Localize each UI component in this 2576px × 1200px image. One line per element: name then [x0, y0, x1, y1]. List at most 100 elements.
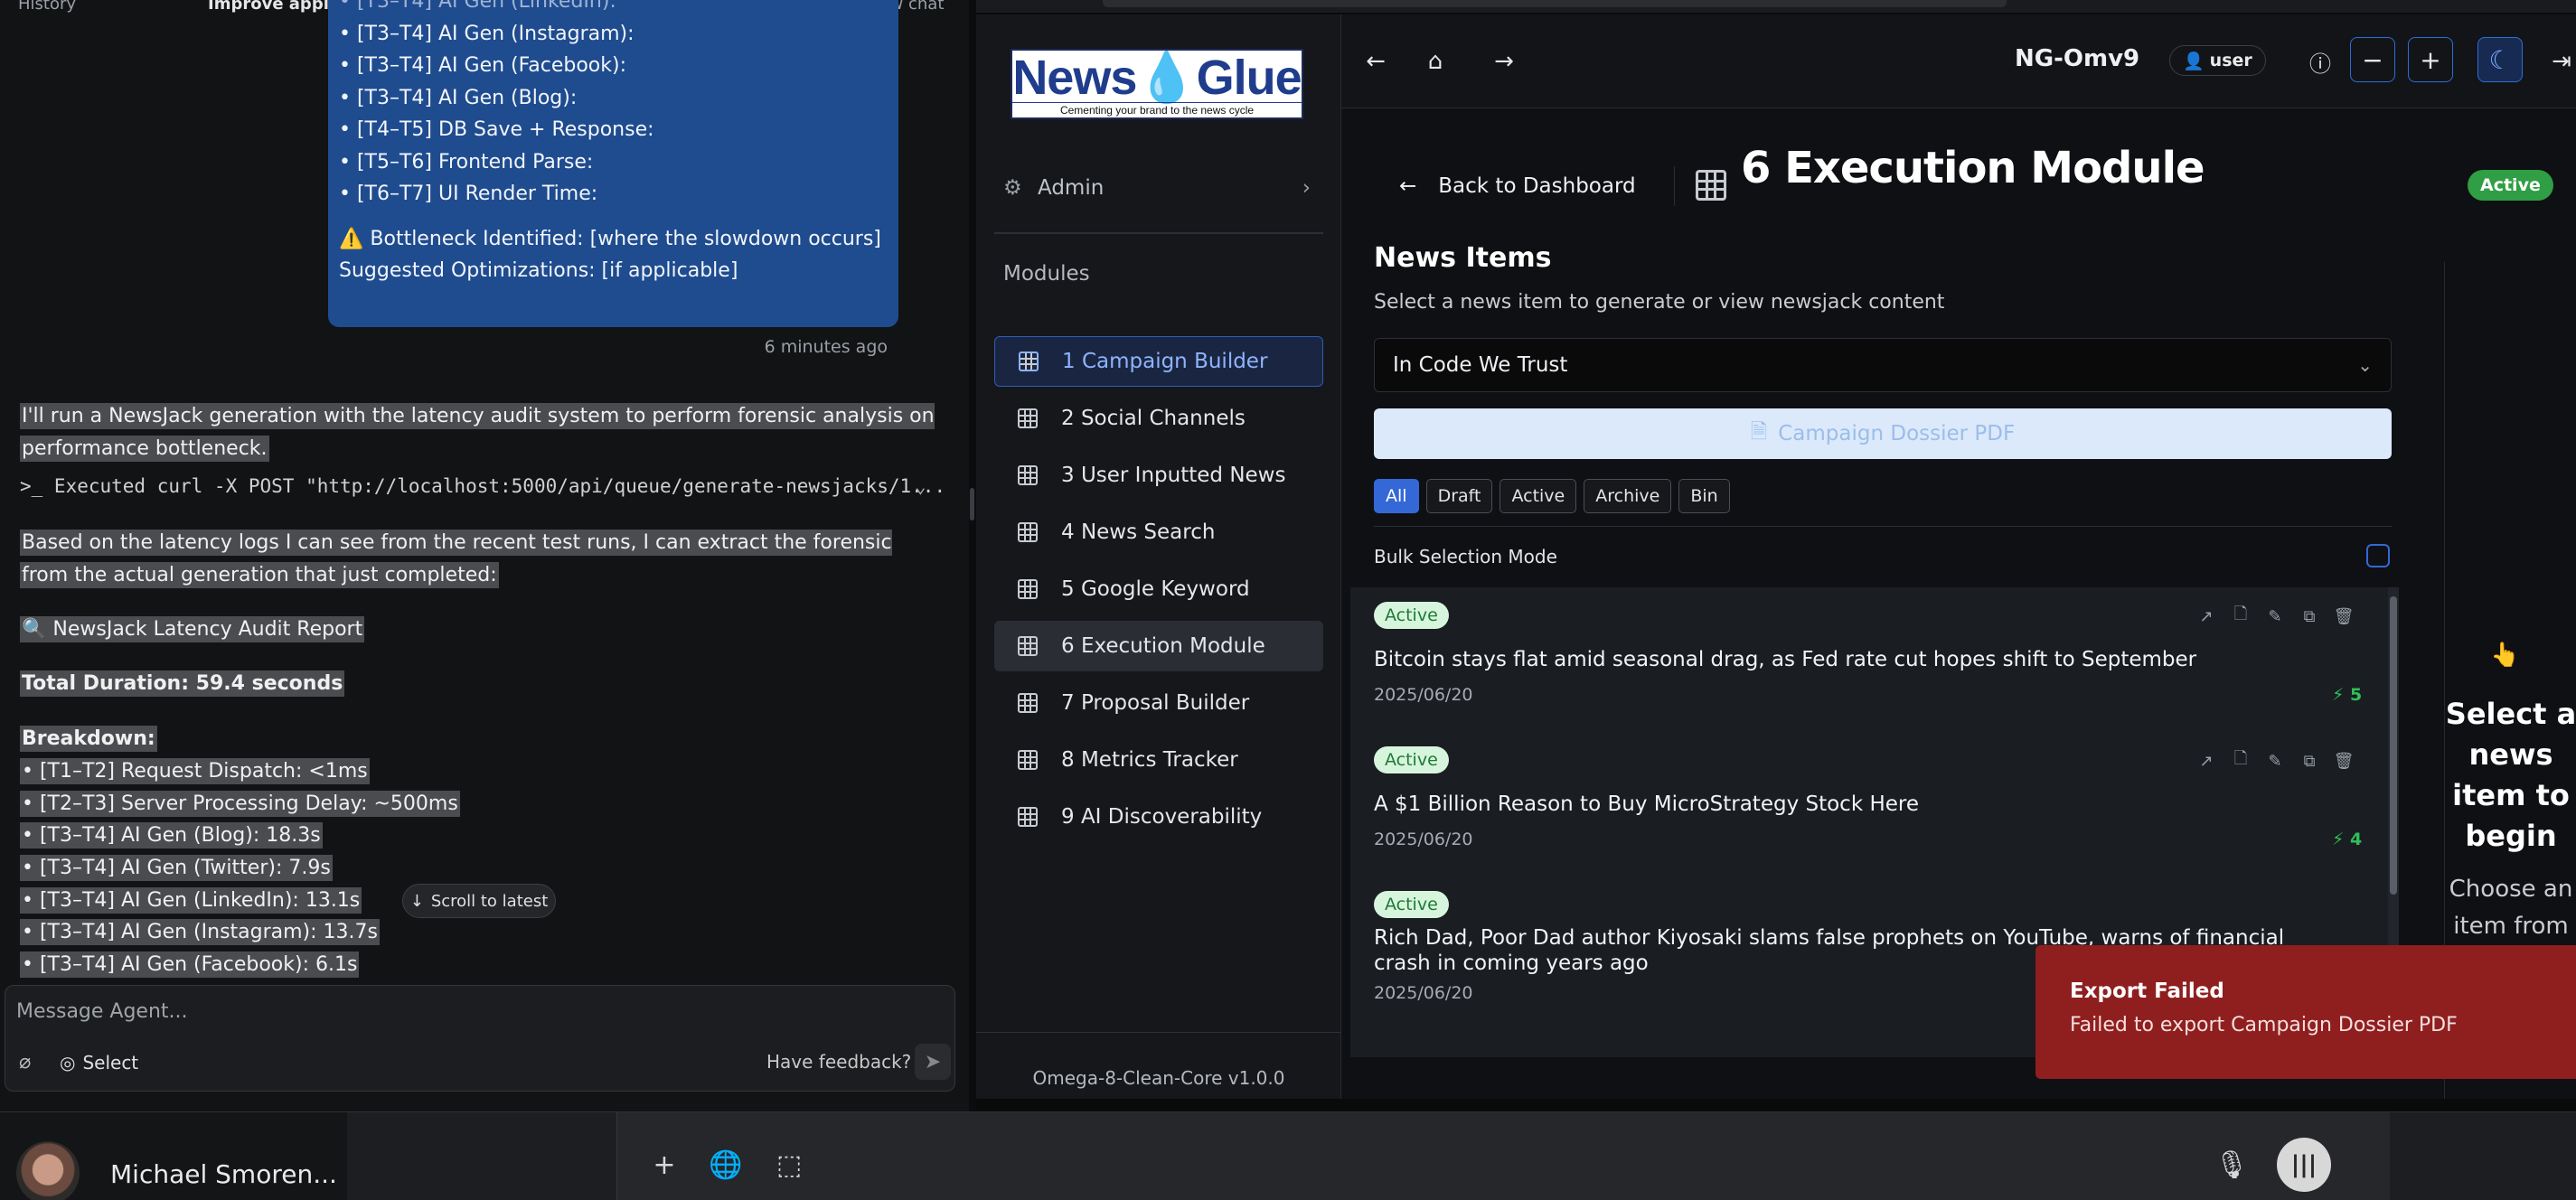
back-label: Back to Dashboard	[1438, 174, 1636, 198]
arrow-right-icon[interactable]: →	[1486, 43, 1522, 80]
table-icon	[1018, 807, 1038, 827]
table-icon	[1018, 408, 1038, 428]
news-item[interactable]: Active Bitcoin stays flat amid seasonal …	[1350, 587, 2381, 732]
news-date: 2025/06/20	[1374, 830, 1473, 849]
page-title: 6 Execution Module	[1741, 143, 2205, 193]
sidebar-item-label: 1 Campaign Builder	[1062, 350, 1268, 373]
external-link-icon[interactable]: ↗	[2195, 605, 2217, 627]
bubble-line: • [T4–T5] DB Save + Response:	[339, 118, 654, 141]
divider	[1674, 166, 1675, 206]
bubble-warning: ⚠️ Bottleneck Identified: [where the slo…	[339, 227, 881, 250]
external-link-icon[interactable]: ↗	[2195, 750, 2217, 772]
filter-all[interactable]: All	[1374, 479, 1419, 513]
status-filter-tabs: All Draft Active Archive Bin	[1374, 479, 1730, 513]
sidebar-item-execution-module[interactable]: 6 Execution Module	[994, 621, 1323, 671]
news-date: 2025/06/20	[1374, 685, 1473, 705]
zoom-out-button[interactable]: −	[2350, 37, 2395, 82]
globe-icon[interactable]: 🌐	[708, 1147, 744, 1183]
table-icon	[1018, 465, 1038, 485]
sidebar-item-admin[interactable]: ⚙ Admin ›	[1003, 170, 1311, 206]
bubble-line: • [T3–T4] AI Gen (LinkedIn):	[339, 0, 616, 13]
arrow-left-icon[interactable]: ←	[1358, 43, 1394, 80]
campaign-select[interactable]: In Code We Trust ⌄	[1374, 338, 2392, 392]
sidebar-item-user-inputted-news[interactable]: 3 User Inputted News	[994, 450, 1323, 501]
report-title: 🔍 NewsJack Latency Audit Report	[20, 614, 365, 646]
back-to-dashboard-button[interactable]: ← Back to Dashboard	[1399, 168, 1636, 204]
filter-draft[interactable]: Draft	[1425, 479, 1493, 513]
trash-icon[interactable]: 🗑	[2333, 750, 2355, 772]
copy-icon[interactable]: ⧉	[2299, 605, 2320, 627]
user-label: user	[2209, 51, 2252, 70]
home-icon[interactable]: ⌂	[1417, 43, 1453, 80]
bubble-line: • [T3–T4] AI Gen (Instagram):	[339, 22, 635, 45]
send-button[interactable]: ➤	[915, 1044, 951, 1080]
sidebar-item-label: 2 Social Channels	[1061, 407, 1246, 430]
dossier-button-label: Campaign Dossier PDF	[1778, 422, 2016, 445]
divider	[1374, 526, 2392, 527]
user-message-bubble: • [T3–T4] AI Gen (LinkedIn): • [T3–T4] A…	[328, 0, 898, 327]
file-icon[interactable]: 🗋	[2230, 605, 2252, 627]
bubble-suggestion: Suggested Optimizations: [if applicable]	[339, 259, 738, 282]
sidebar-item-campaign-builder[interactable]: 1 Campaign Builder	[994, 336, 1323, 387]
bubble-line: • [T3–T4] AI Gen (Blog):	[339, 86, 578, 109]
report-title-text: 🔍 NewsJack Latency Audit Report	[20, 616, 365, 642]
plus-icon[interactable]: +	[646, 1147, 682, 1183]
user-menu[interactable]: 👤 user	[2169, 45, 2266, 76]
scrollbar-thumb[interactable]	[2390, 596, 2397, 895]
zoom-in-button[interactable]: +	[2408, 37, 2453, 82]
status-badge: Active	[1374, 746, 1449, 773]
chevron-down-icon[interactable]: ⌄	[915, 475, 926, 497]
news-item[interactable]: Active A $1 Billion Reason to Buy MicroS…	[1350, 732, 2381, 877]
pointer-hand-icon: 👆	[2490, 642, 2520, 669]
executed-command-row[interactable]: >_ Executed curl -X POST "http://localho…	[20, 475, 945, 497]
table-icon	[1018, 522, 1038, 542]
sidebar-item-ai-discoverability[interactable]: 9 AI Discoverability	[994, 792, 1323, 842]
news-headline[interactable]: Bitcoin stays flat amid seasonal drag, a…	[1374, 647, 2296, 672]
pane-divider[interactable]	[969, 0, 976, 1111]
cursor-select-icon[interactable]: ⬚	[771, 1147, 807, 1183]
resize-handle[interactable]	[970, 488, 974, 520]
trash-icon[interactable]: 🗑	[2333, 605, 2355, 627]
bulk-selection-checkbox[interactable]	[2366, 544, 2390, 567]
theme-toggle-button[interactable]: ☾	[2477, 37, 2523, 82]
news-headline[interactable]: A $1 Billion Reason to Buy MicroStrategy…	[1374, 792, 2296, 817]
agent-reply-text: from the actual generation that just com…	[20, 562, 499, 588]
total-duration: Total Duration: 59.4 seconds	[20, 668, 345, 700]
scroll-to-latest-label: Scroll to latest	[430, 891, 549, 911]
copy-icon[interactable]: ⧉	[2299, 750, 2320, 772]
logout-icon[interactable]: ⇥	[2543, 43, 2576, 80]
bottom-taskbar: Michael Smoren... + 🌐 ⬚ 🎙 |||	[0, 1111, 2576, 1200]
select-element-button[interactable]: ◎ Select	[60, 1047, 138, 1078]
preview-url-bar[interactable]	[1103, 0, 2007, 7]
file-icon[interactable]: 🗋	[2230, 749, 2252, 772]
logo-tagline: Cementing your brand to the news cycle	[1012, 102, 1302, 117]
sidebar-item-proposal-builder[interactable]: 7 Proposal Builder	[994, 678, 1323, 728]
scroll-to-latest-button[interactable]: ↓ Scroll to latest	[402, 884, 556, 918]
bubble-line: • [T6–T7] UI Render Time:	[339, 183, 598, 205]
edit-icon[interactable]: ✎	[2264, 605, 2286, 627]
news-items-subtitle: Select a news item to generate or view n…	[1374, 291, 1945, 314]
edit-icon[interactable]: ✎	[2264, 750, 2286, 772]
send-icon: ➤	[924, 1050, 942, 1073]
microphone-icon[interactable]: 🎙	[2214, 1147, 2250, 1183]
voice-mode-button[interactable]: |||	[2277, 1138, 2331, 1192]
filter-archive[interactable]: Archive	[1584, 479, 1672, 513]
sidebar-item-google-keyword[interactable]: 5 Google Keyword	[994, 564, 1323, 614]
error-toast[interactable]: Export Failed Failed to export Campaign …	[2035, 945, 2576, 1079]
history-link[interactable]: History	[18, 0, 76, 14]
filter-active[interactable]: Active	[1500, 479, 1577, 513]
breakdown-item: • [T3–T4] AI Gen (Twitter): 7.9s	[20, 852, 333, 885]
help-icon[interactable]: ⓘ	[2302, 43, 2338, 80]
sidebar-item-news-search[interactable]: 4 News Search	[994, 507, 1323, 558]
table-icon	[1019, 352, 1039, 371]
user-profile[interactable]: Michael Smoren...	[0, 1112, 347, 1200]
breakdown-item: • [T3–T4] AI Gen (Blog): 18.3s	[20, 820, 323, 852]
sidebar-item-social-channels[interactable]: 2 Social Channels	[994, 393, 1323, 444]
campaign-dossier-pdf-button[interactable]: 🗎 Campaign Dossier PDF	[1374, 408, 2392, 459]
paperclip-icon[interactable]: ⌀	[19, 1051, 39, 1076]
relevance-score: ⚡ 4	[2332, 830, 2363, 849]
sidebar-item-metrics-tracker[interactable]: 8 Metrics Tracker	[994, 735, 1323, 785]
feedback-link[interactable]: Have feedback?	[766, 1051, 911, 1073]
filter-bin[interactable]: Bin	[1678, 479, 1730, 513]
message-input[interactable]	[16, 993, 830, 1029]
